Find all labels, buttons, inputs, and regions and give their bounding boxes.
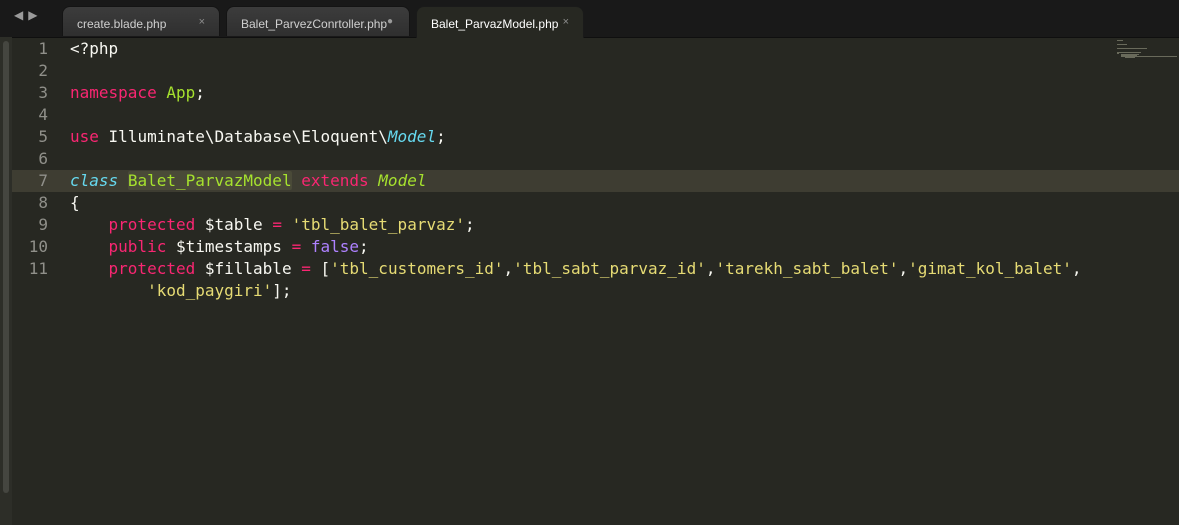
tab-bar: ◀▶ create.blade.php × Balet_ParvezConrto… (0, 0, 1179, 38)
unsaved-dot-icon[interactable]: ● (387, 16, 393, 27)
tab-create-blade[interactable]: create.blade.php × (62, 6, 220, 36)
minimap-line (1117, 48, 1147, 49)
timestamps-variable: $timestamps (175, 237, 282, 256)
code-line-7: class Balet_ParvazModel extends Model (70, 170, 426, 192)
semicolon: ; (195, 83, 205, 102)
tab-label: create.blade.php (77, 17, 167, 31)
code-line-10: public $timestamps = false; (70, 236, 369, 258)
code-line-11: protected $fillable = ['tbl_customers_id… (70, 258, 1082, 280)
namespace-name: App (166, 83, 196, 102)
line-number: 7 (38, 171, 48, 190)
public-keyword: public (108, 237, 167, 256)
php-open-tag: <?php (70, 39, 119, 58)
fillable-string: 'tarekh_sabt_balet' (715, 259, 899, 278)
line-number: 3 (38, 83, 48, 102)
line-number: 4 (38, 105, 48, 124)
class-keyword: class (70, 171, 119, 190)
semicolon: ; (436, 127, 446, 146)
use-keyword: use (70, 127, 99, 146)
code-line-3: namespace App; (70, 82, 205, 104)
close-bracket: ]; (272, 281, 292, 300)
line-number: 5 (38, 127, 48, 146)
table-string: 'tbl_balet_parvaz' (291, 215, 465, 234)
minimap-line (1125, 57, 1135, 58)
arrow-right-icon[interactable]: ▶ (28, 8, 42, 22)
code-editor[interactable]: 1 2 3 4 5 6 7 8 9 10 11 <?php namespace … (12, 37, 1179, 525)
semicolon: ; (359, 237, 369, 256)
semicolon: ; (464, 215, 475, 234)
assign-operator: = (291, 237, 302, 256)
minimap-line (1117, 52, 1141, 53)
tab-label: Balet_ParvazModel.php (431, 17, 559, 31)
line-number: 6 (38, 149, 48, 168)
tab-parvaz-model[interactable]: Balet_ParvazModel.php × (416, 6, 584, 38)
close-icon[interactable]: × (199, 16, 205, 28)
line-number-gutter: 1 2 3 4 5 6 7 8 9 10 11 (12, 37, 60, 525)
fillable-string: 'tbl_sabt_parvaz_id' (513, 259, 706, 278)
tab-navigation: ◀▶ (14, 8, 42, 28)
fillable-string: 'kod_paygiri' (147, 281, 273, 300)
class-name: Balet_ParvazModel (127, 171, 292, 190)
minimap-line (1117, 44, 1127, 45)
code-line-9: protected $table = 'tbl_balet_parvaz'; (70, 214, 475, 236)
fillable-variable: $fillable (204, 259, 292, 278)
open-brace: { (70, 193, 80, 212)
minimap-line (1117, 53, 1119, 54)
assign-operator: = (301, 259, 311, 278)
tab-label: Balet_ParvezConrtoller.php (241, 17, 388, 31)
code-line-5: use Illuminate\Database\Eloquent\Model; (70, 126, 446, 148)
extends-keyword: extends (301, 171, 369, 190)
line-number: 9 (38, 215, 48, 234)
tab-parvez-controller[interactable]: Balet_ParvezConrtoller.php ● (226, 6, 410, 36)
vertical-scrollbar[interactable] (0, 37, 12, 525)
line-number: 1 (38, 39, 48, 58)
comma: , (503, 259, 514, 278)
protected-keyword: protected (108, 259, 196, 278)
line-number: 2 (38, 61, 48, 80)
arrow-left-icon[interactable]: ◀ (14, 8, 28, 22)
assign-operator: = (272, 215, 282, 234)
line-number: 8 (38, 193, 48, 212)
fillable-string: 'tbl_customers_id' (330, 259, 504, 278)
line-number: 11 (28, 259, 48, 278)
parent-class: Model (378, 171, 427, 190)
minimap[interactable] (1115, 37, 1179, 77)
protected-keyword: protected (108, 215, 196, 234)
comma: , (898, 259, 909, 278)
false-constant: false (310, 237, 360, 256)
scrollbar-thumb[interactable] (3, 41, 9, 493)
line-number: 10 (28, 237, 48, 256)
code-line-11-wrap: 'kod_paygiri']; (70, 280, 292, 302)
namespace-keyword: namespace (70, 83, 157, 102)
open-bracket: [ (320, 259, 331, 278)
comma: , (1071, 259, 1082, 278)
import-class: Model (387, 127, 437, 146)
table-variable: $table (204, 215, 263, 234)
fillable-string: 'gimat_kol_balet' (908, 259, 1072, 278)
minimap-line (1117, 40, 1123, 41)
close-icon[interactable]: × (563, 16, 569, 28)
import-path: Illuminate\Database\Eloquent\ (108, 127, 388, 146)
code-line-1: <?php (70, 38, 118, 60)
code-line-8: { (70, 192, 80, 214)
